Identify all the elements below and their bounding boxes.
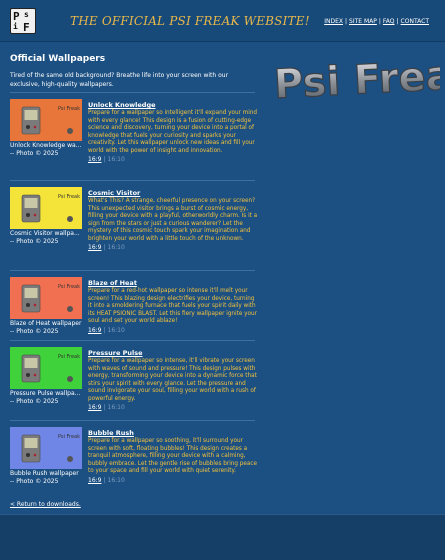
resolution-separator: | bbox=[103, 244, 106, 251]
wallpaper-caption: Blaze of Heat wallpaper -- Photo © 2025 bbox=[10, 320, 86, 336]
logo-letter: F bbox=[23, 21, 30, 34]
resolution-links: 16:9 | 16:10 bbox=[88, 327, 125, 334]
resolution-16-10-unavailable: 16:10 bbox=[107, 477, 125, 484]
wallpaper-description: Prepare for a wallpaper so soothing, it'… bbox=[88, 438, 258, 474]
resolution-separator: | bbox=[103, 156, 106, 163]
wallpaper-caption: Cosmic Visitor wallpa... -- Photo © 2025 bbox=[10, 230, 86, 246]
resolution-16-10-unavailable: 16:10 bbox=[107, 327, 125, 334]
caption-credit: -- Photo © 2025 bbox=[10, 328, 59, 335]
wallpaper-thumbnail[interactable]: Psi Freak bbox=[10, 187, 82, 229]
nav-separator: | bbox=[378, 18, 381, 25]
wallpaper-title-link[interactable]: Unlock Knowledge bbox=[88, 101, 156, 109]
wallpaper-description: Prepare for a wallpaper so intense, it'l… bbox=[88, 358, 257, 402]
nav-link-index[interactable]: INDEX bbox=[324, 18, 343, 25]
footer bbox=[0, 514, 445, 560]
wallpaper-thumbnail[interactable]: Psi Freak bbox=[10, 99, 82, 141]
item-divider bbox=[10, 180, 255, 181]
wallpaper-caption: Bubble Rush wallpaper -- Photo © 2025 bbox=[10, 470, 86, 486]
psi-freak-logo: Psi Freak bbox=[272, 52, 440, 108]
resolution-16-9-link[interactable]: 16:9 bbox=[88, 156, 101, 163]
resolution-separator: | bbox=[103, 404, 106, 411]
resolution-16-10-unavailable: 16:10 bbox=[107, 404, 125, 411]
resolution-16-9-link[interactable]: 16:9 bbox=[88, 404, 101, 411]
caption-text: Blaze of Heat wallpaper bbox=[10, 320, 82, 327]
caption-text: Pressure Pulse wallpa... bbox=[10, 390, 81, 397]
resolution-separator: | bbox=[103, 477, 106, 484]
top-nav: INDEX | SITE MAP | FAQ | CONTACT bbox=[324, 18, 429, 25]
resolution-16-10-unavailable: 16:10 bbox=[107, 156, 125, 163]
svg-text:Psi Freak: Psi Freak bbox=[58, 106, 80, 112]
resolution-separator: | bbox=[103, 327, 106, 334]
resolution-links: 16:9 | 16:10 bbox=[88, 156, 125, 163]
nav-link-site-map[interactable]: SITE MAP bbox=[349, 18, 377, 25]
item-divider bbox=[10, 92, 255, 93]
caption-credit: -- Photo © 2025 bbox=[10, 478, 59, 485]
return-to-downloads-link[interactable]: < Return to downloads. bbox=[10, 501, 81, 508]
site-title: THE OFFICIAL PSI FREAK WEBSITE! bbox=[70, 14, 310, 28]
wallpaper-description: What's This? A strange, cheerful presenc… bbox=[88, 198, 258, 242]
svg-text:Psi Freak: Psi Freak bbox=[58, 434, 80, 440]
wallpaper-title-link[interactable]: Blaze of Heat bbox=[88, 279, 137, 287]
site-header: P s i F THE OFFICIAL PSI FREAK WEBSITE! … bbox=[0, 0, 445, 42]
svg-text:Psi Freak: Psi Freak bbox=[58, 354, 80, 360]
logo-letter: s bbox=[24, 10, 29, 19]
wallpaper-thumbnail[interactable]: Psi Freak bbox=[10, 277, 82, 319]
wallpaper-caption: Pressure Pulse wallpa... -- Photo © 2025 bbox=[10, 390, 86, 406]
resolution-16-9-link[interactable]: 16:9 bbox=[88, 327, 101, 334]
logo-lettering: Psi Freak bbox=[273, 52, 440, 108]
caption-text: Cosmic Visitor wallpa... bbox=[10, 230, 80, 237]
item-divider bbox=[10, 270, 255, 271]
wallpaper-title-link[interactable]: Cosmic Visitor bbox=[88, 189, 140, 197]
caption-credit: -- Photo © 2025 bbox=[10, 150, 59, 157]
resolution-16-10-unavailable: 16:10 bbox=[107, 244, 125, 251]
wallpaper-title-link[interactable]: Bubble Rush bbox=[88, 429, 134, 437]
nav-separator: | bbox=[344, 18, 348, 25]
wallpaper-description: Prepare for a red-hot wallpaper so inten… bbox=[88, 288, 257, 324]
svg-text:Psi Freak: Psi Freak bbox=[58, 194, 80, 200]
nav-link-contact[interactable]: CONTACT bbox=[401, 18, 429, 25]
logo-letter: i bbox=[13, 22, 18, 31]
item-divider bbox=[10, 340, 255, 341]
caption-text: Unlock Knowledge wa... bbox=[10, 142, 82, 149]
resolution-links: 16:9 | 16:10 bbox=[88, 244, 125, 251]
wallpaper-title-link[interactable]: Pressure Pulse bbox=[88, 349, 143, 357]
site-logo[interactable]: P s i F bbox=[10, 8, 36, 34]
resolution-links: 16:9 | 16:10 bbox=[88, 477, 125, 484]
wallpaper-caption: Unlock Knowledge wa... -- Photo © 2025 bbox=[10, 142, 86, 158]
caption-credit: -- Photo © 2025 bbox=[10, 398, 59, 405]
nav-link-faq[interactable]: FAQ bbox=[383, 18, 395, 25]
resolution-16-9-link[interactable]: 16:9 bbox=[88, 244, 101, 251]
caption-text: Bubble Rush wallpaper bbox=[10, 470, 79, 477]
intro-text: Tired of the same old background? Breath… bbox=[10, 72, 229, 88]
nav-separator: | bbox=[396, 18, 399, 25]
wallpaper-thumbnail[interactable]: Psi Freak bbox=[10, 427, 82, 469]
wallpaper-description: Prepare for a wallpaper so intelligent i… bbox=[88, 110, 258, 154]
caption-credit: -- Photo © 2025 bbox=[10, 238, 59, 245]
item-divider bbox=[10, 420, 255, 421]
page-title: Official Wallpapers bbox=[10, 54, 106, 64]
svg-text:Psi Freak: Psi Freak bbox=[58, 284, 80, 290]
resolution-16-9-link[interactable]: 16:9 bbox=[88, 477, 101, 484]
resolution-links: 16:9 | 16:10 bbox=[88, 404, 125, 411]
wallpaper-thumbnail[interactable]: Psi Freak bbox=[10, 347, 82, 389]
